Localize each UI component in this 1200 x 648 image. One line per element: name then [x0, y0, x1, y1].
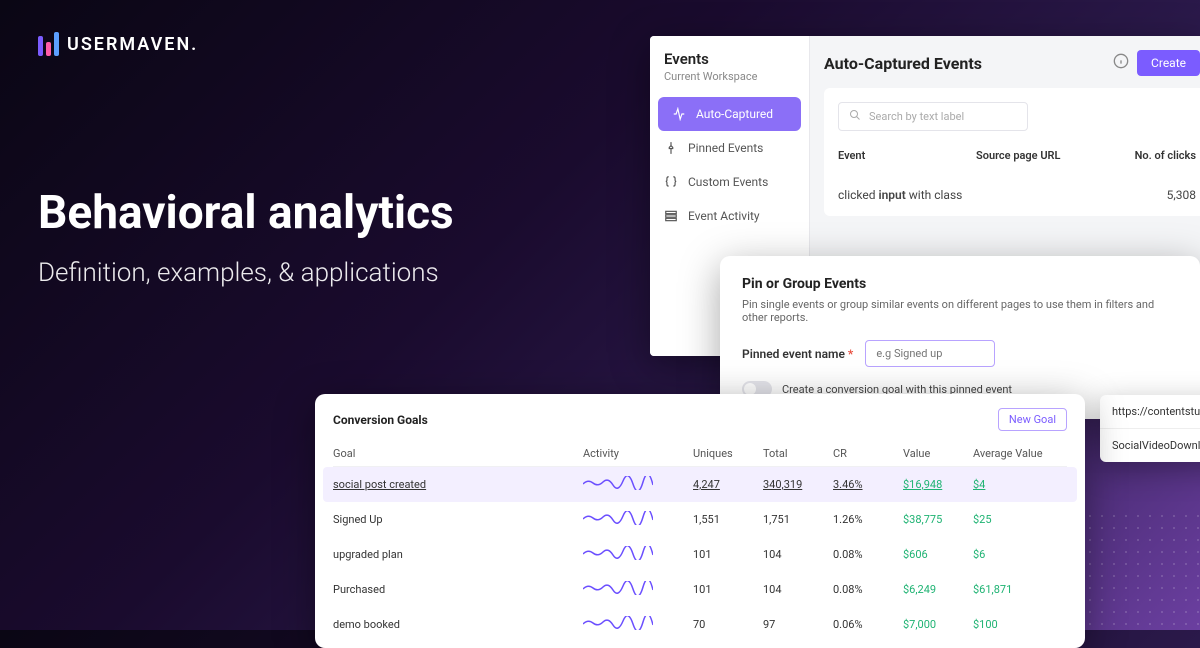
event-clicks: 5,308: [1116, 188, 1196, 202]
goals-table-header: Goal Activity Uniques Total CR Value Ave…: [333, 441, 1067, 467]
sidebar-item-label: Pinned Events: [688, 141, 763, 155]
cr-value: 0.08%: [833, 583, 903, 596]
cr-value: 0.08%: [833, 548, 903, 561]
cr-value: 1.26%: [833, 513, 903, 526]
event-suffix: with class: [906, 188, 963, 202]
total-value: 97: [763, 618, 833, 631]
event-col-header: Event: [838, 149, 976, 162]
uniques-value: 101: [693, 548, 763, 561]
goal-name: social post created: [333, 478, 583, 491]
sidebar-item-label: Auto-Captured: [696, 107, 773, 121]
sidebar-item-pinned-events[interactable]: Pinned Events: [650, 131, 809, 165]
total-value: 1,751: [763, 513, 833, 526]
goals-row[interactable]: Signed Up 1,5511,7511.26%$38,775$25: [333, 502, 1067, 537]
avg-value: $6: [973, 548, 1043, 561]
hero-title: Behavioral analytics: [38, 186, 454, 240]
goal-name: Signed Up: [333, 513, 583, 526]
activity-sparkline: [583, 546, 693, 563]
activity-sparkline: [583, 616, 693, 633]
event-row[interactable]: clicked input with class 5,308: [838, 188, 1196, 202]
sidebar-item-label: Custom Events: [688, 175, 768, 189]
event-element: input: [878, 188, 905, 202]
source-col-header: Source page URL: [976, 149, 1116, 162]
activity-sparkline: [583, 581, 693, 598]
goal-col-header: Goal: [333, 447, 583, 460]
list-icon: [664, 209, 678, 223]
avg-col-header: Average Value: [973, 447, 1043, 460]
uniques-value: 70: [693, 618, 763, 631]
sidebar-item-auto-captured[interactable]: Auto-Captured: [658, 97, 801, 131]
new-goal-button[interactable]: New Goal: [998, 408, 1067, 431]
pinned-event-name-input[interactable]: [865, 340, 995, 367]
event-prefix: clicked: [838, 188, 878, 202]
sidebar-item-label: Event Activity: [688, 209, 760, 223]
search-input[interactable]: Search by text label: [838, 102, 1028, 131]
goal-name: demo booked: [333, 618, 583, 631]
total-value: 104: [763, 583, 833, 596]
value-amount: $16,948: [903, 478, 973, 491]
uniques-col-header: Uniques: [693, 447, 763, 460]
brand-name: USERMAVEN.: [67, 34, 198, 55]
uniques-value: 4,247: [693, 478, 763, 491]
hero-block: Behavioral analytics Definition, example…: [38, 186, 454, 288]
events-main-title: Auto-Captured Events: [824, 54, 982, 73]
required-indicator: *: [848, 347, 853, 361]
avg-value: $25: [973, 513, 1043, 526]
goal-name: Purchased: [333, 583, 583, 596]
value-col-header: Value: [903, 447, 973, 460]
pin-title: Pin or Group Events: [742, 276, 1178, 292]
pin-description: Pin single events or group similar event…: [742, 298, 1178, 324]
avg-value: $4: [973, 478, 1043, 491]
avg-value: $100: [973, 618, 1043, 631]
value-amount: $6,249: [903, 583, 973, 596]
goals-row[interactable]: demo booked 70970.06%$7,000$100: [333, 607, 1067, 642]
search-icon: [849, 109, 861, 124]
sidebar-item-event-activity[interactable]: Event Activity: [650, 199, 809, 233]
activity-col-header: Activity: [583, 447, 693, 460]
goals-panel: Conversion Goals New Goal Goal Activity …: [315, 394, 1085, 648]
pulse-icon: [672, 107, 686, 121]
goal-name: upgraded plan: [333, 548, 583, 561]
url-item[interactable]: https://contentstudi: [1100, 395, 1200, 429]
goals-row[interactable]: Purchased 1011040.08%$6,249$61,871: [333, 572, 1067, 607]
pin-icon: [664, 141, 678, 155]
total-value: 104: [763, 548, 833, 561]
total-col-header: Total: [763, 447, 833, 460]
value-amount: $7,000: [903, 618, 973, 631]
events-table-header: Event Source page URL No. of clicks: [838, 149, 1196, 162]
events-sidebar-title: Events: [650, 50, 809, 70]
avg-value: $61,871: [973, 583, 1043, 596]
cr-value: 0.06%: [833, 618, 903, 631]
url-list-panel: https://contentstudi SocialVideoDownlo: [1100, 395, 1200, 462]
pinned-event-name-label: Pinned event name *: [742, 347, 853, 361]
create-button[interactable]: Create: [1137, 50, 1200, 76]
uniques-value: 1,551: [693, 513, 763, 526]
goals-title: Conversion Goals: [333, 413, 428, 427]
uniques-value: 101: [693, 583, 763, 596]
goals-row[interactable]: upgraded plan 1011040.08%$606$6: [333, 537, 1067, 572]
sidebar-item-custom-events[interactable]: Custom Events: [650, 165, 809, 199]
url-item[interactable]: SocialVideoDownlo: [1100, 429, 1200, 462]
cr-col-header: CR: [833, 447, 903, 460]
info-icon[interactable]: [1113, 53, 1129, 73]
logo-icon: [38, 32, 59, 56]
events-sidebar-subtitle: Current Workspace: [650, 70, 809, 97]
clicks-col-header: No. of clicks: [1116, 149, 1196, 162]
goals-row[interactable]: social post created 4,247340,3193.46%$16,…: [323, 467, 1077, 502]
value-amount: $38,775: [903, 513, 973, 526]
cr-value: 3.46%: [833, 478, 903, 491]
events-card: Search by text label Event Source page U…: [824, 88, 1200, 216]
value-amount: $606: [903, 548, 973, 561]
braces-icon: [664, 175, 678, 189]
total-value: 340,319: [763, 478, 833, 491]
brand-logo: USERMAVEN.: [38, 32, 198, 56]
activity-sparkline: [583, 511, 693, 528]
hero-subtitle: Definition, examples, & applications: [38, 258, 454, 288]
search-placeholder: Search by text label: [869, 110, 964, 123]
activity-sparkline: [583, 476, 693, 493]
